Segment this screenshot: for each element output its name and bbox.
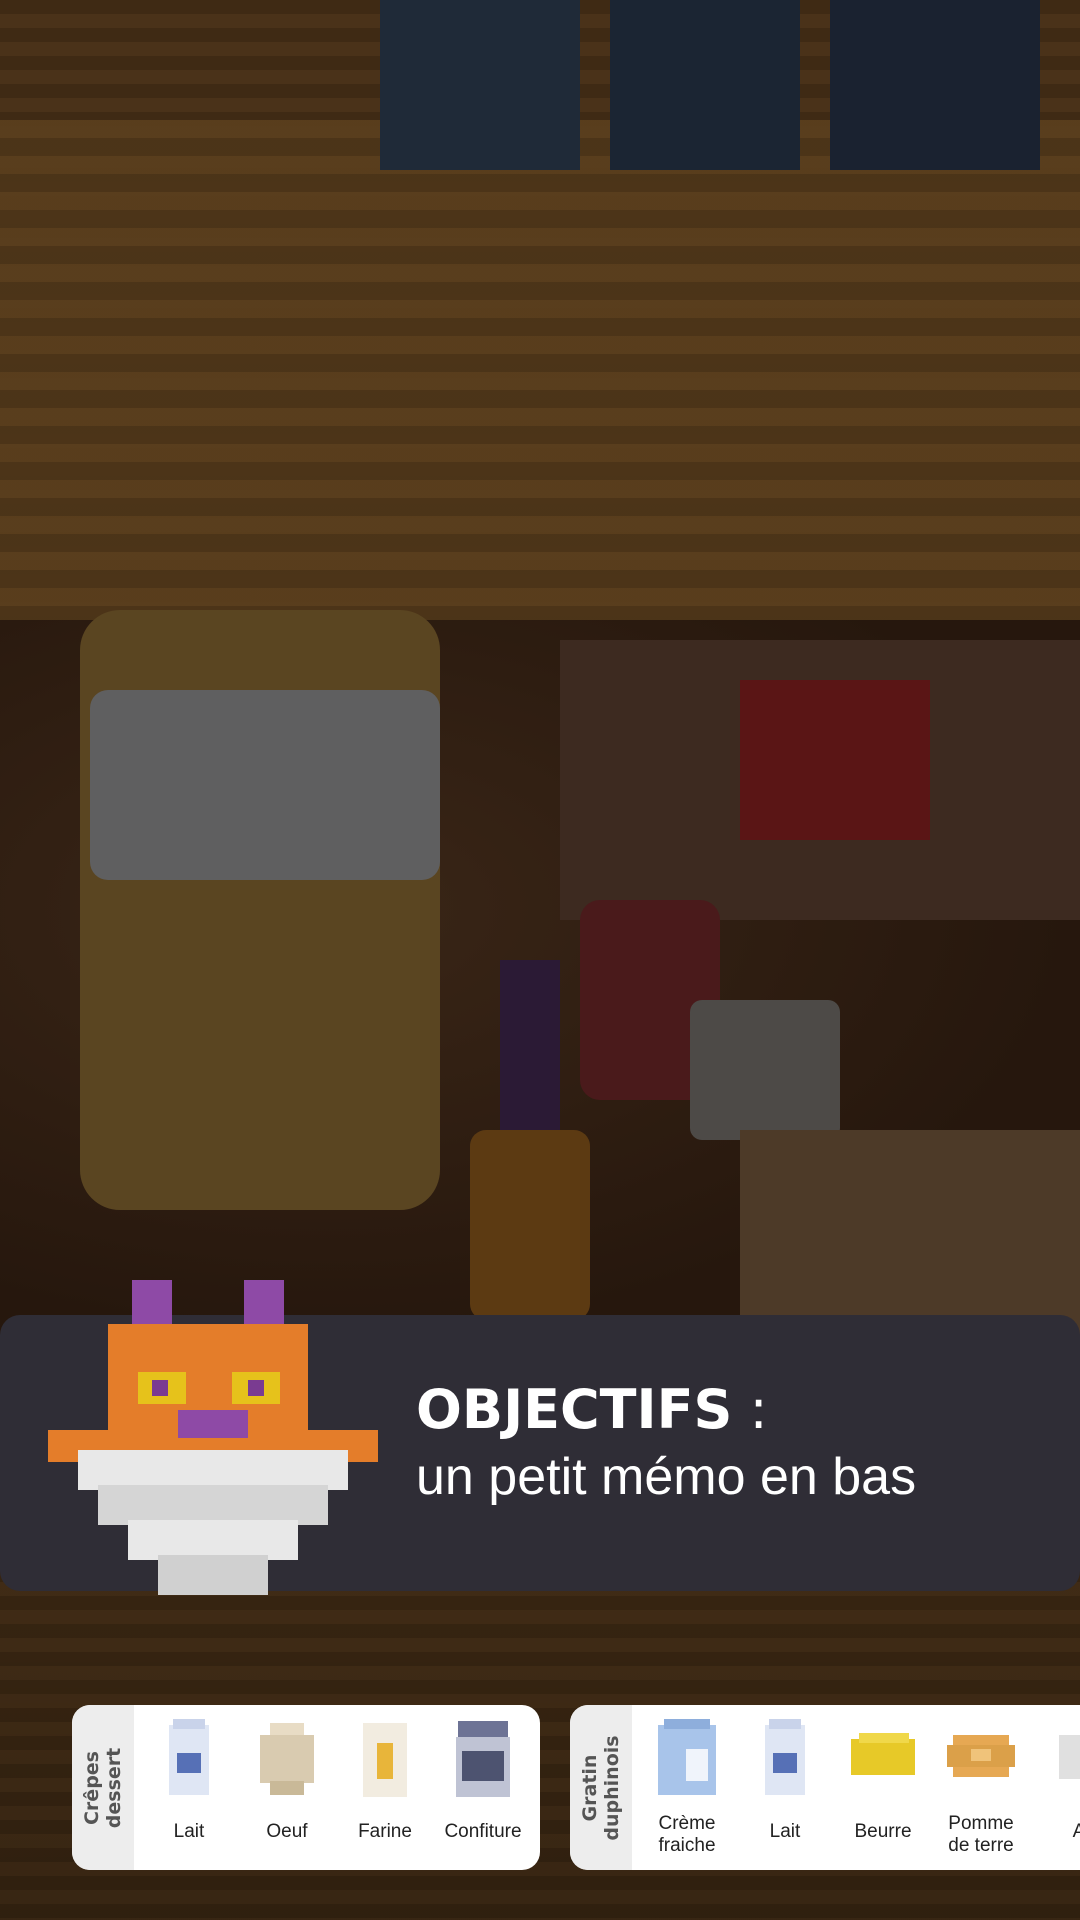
blue-jar xyxy=(380,0,580,170)
flour-bag-icon xyxy=(363,1723,407,1797)
ingredient-icon xyxy=(1059,1735,1080,1779)
butter-icon xyxy=(851,1733,915,1775)
white-jar xyxy=(690,1000,840,1140)
recipe-name: Crêpes dessert xyxy=(81,1747,125,1828)
ingredient-list: Lait Oeuf Farine Confiture xyxy=(134,1705,532,1870)
ingredient-item[interactable]: Farine xyxy=(336,1705,434,1870)
ingredient-item[interactable]: Confiture xyxy=(434,1705,532,1870)
ingredient-label: Confiture xyxy=(444,1821,522,1842)
kitchen-shelf xyxy=(0,120,1080,640)
milk-carton-icon xyxy=(765,1719,805,1795)
egg-icon xyxy=(260,1723,314,1795)
dialog-heading: OBJECTIFS : xyxy=(416,1378,1056,1442)
ingredient-list: Crème fraiche Lait Beurre Pomme de terre… xyxy=(632,1705,1080,1870)
recipe-name: Gratin duphinois xyxy=(579,1734,623,1841)
ingredient-label: Beurre xyxy=(854,1821,912,1842)
recipe-name-tab: Gratin duphinois xyxy=(570,1705,632,1870)
game-scene-background xyxy=(0,0,1080,1920)
ingredient-item[interactable]: Lait xyxy=(736,1705,834,1870)
cream-carton-icon xyxy=(658,1719,716,1795)
recipe-memo-card[interactable]: Crêpes dessert Lait Oeuf Farine Confitur… xyxy=(72,1705,540,1870)
ingredient-label: Farine xyxy=(358,1821,412,1842)
recipe-memo-card[interactable]: Gratin duphinois Crème fraiche Lait Beur… xyxy=(570,1705,1080,1870)
ingredient-item[interactable]: Pomme de terre xyxy=(932,1705,1030,1870)
dialog-text: OBJECTIFS : un petit mémo en bas xyxy=(416,1378,1056,1512)
title-separator: : xyxy=(732,1378,768,1441)
ingredient-item[interactable]: Oeuf xyxy=(238,1705,336,1870)
bottle-base xyxy=(470,1130,590,1320)
red-tin xyxy=(740,680,930,840)
ingredient-label: A xyxy=(1072,1821,1080,1842)
milk-carton-icon xyxy=(169,1719,209,1795)
ingredient-label: Lait xyxy=(769,1821,801,1842)
objectives-subtitle: un petit mémo en bas xyxy=(416,1448,917,1506)
ingredient-item[interactable]: Lait xyxy=(140,1705,238,1870)
ingredient-label: Crème fraiche xyxy=(658,1813,716,1856)
ingredient-label: Lait xyxy=(173,1821,205,1842)
ingredient-item[interactable]: Crème fraiche xyxy=(638,1705,736,1870)
ingredient-item[interactable]: A xyxy=(1030,1705,1080,1870)
blue-jar xyxy=(830,0,1040,170)
ingredient-label: Oeuf xyxy=(266,1821,308,1842)
ingredient-item[interactable]: Beurre xyxy=(834,1705,932,1870)
jam-jar-icon xyxy=(456,1721,510,1797)
recipe-name-tab: Crêpes dessert xyxy=(72,1705,134,1870)
mascot-cat-icon xyxy=(48,1280,378,1595)
potato-icon xyxy=(947,1735,1015,1777)
blue-jar xyxy=(610,0,800,170)
objectives-title: OBJECTIFS xyxy=(416,1378,733,1441)
bread-cloth xyxy=(90,690,440,880)
ingredient-label: Pomme de terre xyxy=(948,1813,1014,1856)
